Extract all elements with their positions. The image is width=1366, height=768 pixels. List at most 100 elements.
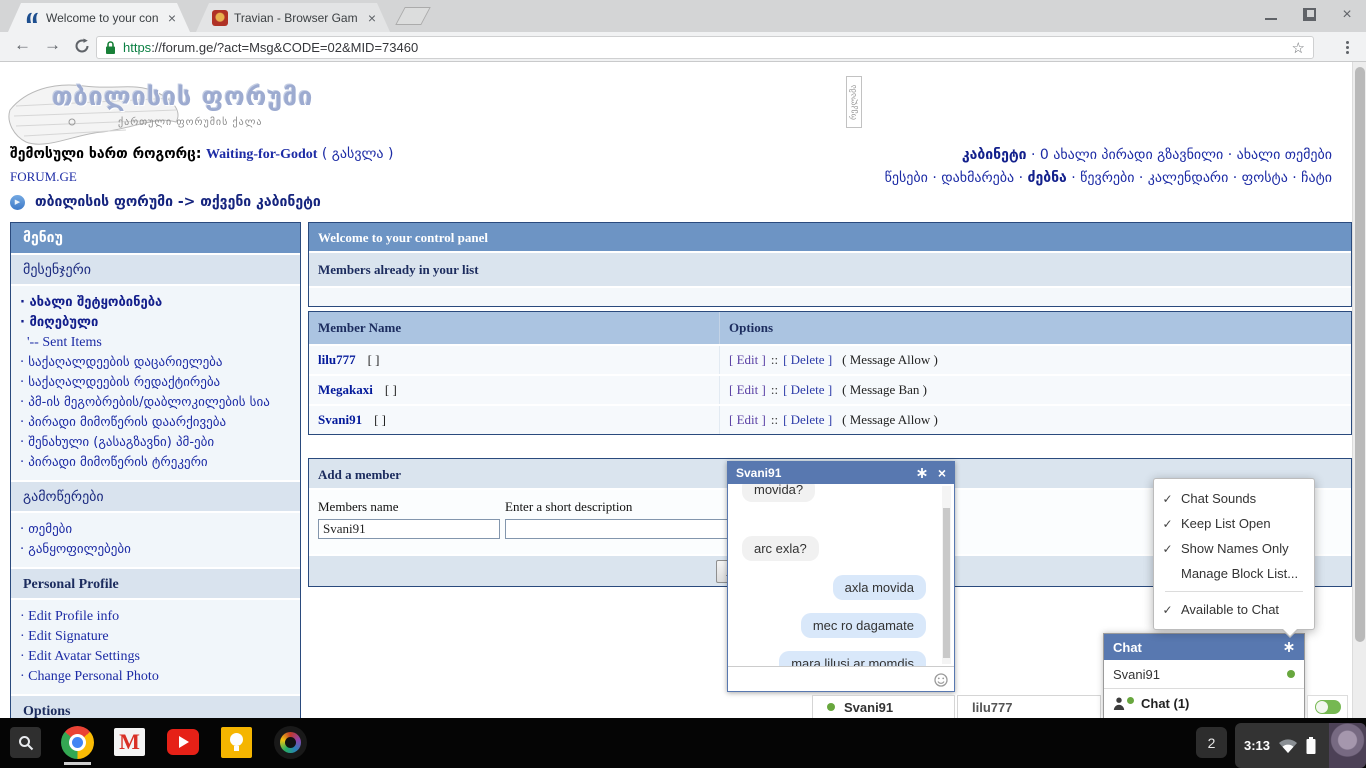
new-tab-button[interactable] (395, 7, 431, 25)
username-link[interactable]: Waiting-for-Godot (206, 147, 317, 162)
reload-icon[interactable] (74, 38, 90, 59)
tab-travian[interactable]: Travian - Browser Game × (196, 3, 390, 32)
chat-close-icon[interactable]: × (938, 465, 946, 481)
active-app-indicator (64, 762, 91, 765)
menu-item-available-to-chat[interactable]: ✓ Available to Chat (1154, 597, 1314, 622)
camera-icon[interactable] (274, 726, 307, 759)
member-name-link[interactable]: lilu777 (318, 352, 356, 368)
breadcrumb-text[interactable]: თბილისის ფორუმი -> თქვენი კაბინეტი (35, 194, 321, 210)
chat-scrollbar[interactable] (942, 486, 951, 664)
sidebar-item-sent-items[interactable]: '-- Sent Items (20, 333, 296, 353)
keep-icon[interactable] (221, 727, 252, 758)
chat-tab-lilu777[interactable]: lilu777 (957, 695, 1101, 718)
window-controls: × (1264, 7, 1354, 23)
logout-link[interactable]: ( გასვლა ) (322, 146, 394, 162)
chat-conversation-window: Svani91 × movida? arc exla? axla movida … (727, 461, 955, 692)
edit-link[interactable]: [ Edit ] (729, 412, 766, 428)
chat-message-input[interactable] (728, 666, 954, 691)
table-row: Megakaxi[ ] [ Edit ] :: [ Delete ] ( Mes… (309, 374, 1351, 404)
empty-row (309, 286, 1351, 306)
battery-icon (1306, 737, 1316, 754)
sidebar-item-edit-avatar[interactable]: · Edit Avatar Settings (20, 647, 296, 667)
sidebar-item-change-photo[interactable]: · Change Personal Photo (20, 667, 296, 687)
chat-window-titlebar[interactable]: Svani91 × (728, 462, 954, 484)
user-avatar[interactable] (1329, 723, 1366, 768)
forum-logo: თბილისის ფორუმი (52, 82, 314, 111)
chat-panel-footer[interactable]: Chat (1) (1104, 689, 1304, 717)
edit-link[interactable]: [ Edit ] (729, 382, 766, 398)
browser-menu-icon[interactable] (1338, 38, 1356, 56)
chat-scrollbar-thumb[interactable] (943, 508, 950, 658)
gmail-icon[interactable]: M (114, 728, 145, 756)
chat-roster-panel: Chat Svani91 Chat (1) (1103, 633, 1305, 718)
chrome-icon[interactable] (61, 726, 94, 759)
smiley-icon[interactable] (934, 672, 948, 691)
url-bar[interactable]: https ://forum.ge/?act=Msg&CODE=02&MID=7… (96, 36, 1314, 59)
chat-tab-svani91[interactable]: Svani91 (812, 695, 955, 718)
table-header: Member Name Options (309, 312, 1351, 344)
chat-options-gear-icon[interactable] (1283, 641, 1295, 653)
search-link[interactable]: ძებნა (1027, 170, 1066, 186)
tab-close-icon[interactable]: × (164, 10, 180, 26)
sidebar-section-options: Options (11, 694, 300, 718)
collapse-arrow-icon[interactable]: ▶ (10, 194, 25, 210)
bookmark-star-icon[interactable]: ☆ (1292, 39, 1305, 57)
back-icon[interactable]: ← (14, 35, 31, 55)
sidebar-item-new-message[interactable]: · ახალი შეტყობინება (20, 293, 296, 313)
menu-item-show-names-only[interactable]: ✓ Show Names Only (1154, 536, 1314, 561)
forward-icon[interactable]: → (44, 35, 61, 55)
members-name-input[interactable] (318, 519, 500, 539)
sidebar-item-edit-profile[interactable]: · Edit Profile info (20, 607, 296, 627)
browser-toolbar: ← → https ://forum.ge/?act=Msg&CODE=02&M… (0, 32, 1366, 62)
sidebar-item-pm-friends-blocked[interactable]: · პმ-ის მეგობრების/დაბლოკილების სია (20, 393, 296, 413)
nav2-links-a[interactable]: წესები · დახმარება · (885, 170, 1028, 186)
nav2-links-b[interactable]: · წევრები · კალენდარი · ფოსტა · ჩატი (1067, 170, 1332, 186)
restore-icon[interactable] (1302, 8, 1316, 22)
status-tray[interactable]: 3:13 (1235, 723, 1366, 768)
tab-close-icon[interactable]: × (364, 10, 380, 26)
forum-favicon-icon (24, 10, 40, 26)
launcher-search-icon[interactable] (10, 727, 41, 758)
person-icon (1113, 697, 1125, 710)
sidebar-item-edit-signature[interactable]: · Edit Signature (20, 627, 296, 647)
sidebar-item-empty-folders[interactable]: · საქაღალდეების დაცარიელება (20, 353, 296, 373)
edit-link[interactable]: [ Edit ] (729, 352, 766, 368)
notification-badge[interactable]: 2 (1196, 727, 1227, 758)
delete-link[interactable]: [ Delete ] (783, 352, 832, 368)
forumge-link[interactable]: FORUM.GE (10, 169, 77, 185)
member-name-link[interactable]: Svani91 (318, 412, 362, 428)
cabinet-link[interactable]: კაბინეტი (962, 147, 1027, 163)
control-panel-header: Welcome to your control panel Members al… (308, 222, 1352, 307)
delete-link[interactable]: [ Delete ] (783, 412, 832, 428)
menu-item-keep-list-open[interactable]: ✓ Keep List Open (1154, 511, 1314, 536)
member-name-link[interactable]: Megakaxi (318, 382, 373, 398)
menu-item-manage-block-list[interactable]: Manage Block List... (1154, 561, 1314, 586)
messenger-items: · ახალი შეტყობინება · მიღებული '-- Sent … (11, 284, 300, 480)
check-icon: ✓ (1162, 541, 1173, 556)
sidebar-item-topics[interactable]: · თემები (20, 520, 296, 540)
nav1-links[interactable]: · 0 ახალი პირადი გზავნილი · ახალი თემები (1027, 147, 1332, 163)
menu-item-chat-sounds[interactable]: ✓ Chat Sounds (1154, 486, 1314, 511)
sidebar-section-subscriptions: გამოწერები (11, 480, 300, 511)
minimize-icon[interactable] (1264, 8, 1278, 22)
delete-link[interactable]: [ Delete ] (783, 382, 832, 398)
page-scrollbar[interactable] (1352, 62, 1366, 718)
youtube-icon[interactable] (167, 729, 199, 755)
sidebar-item-pm-tracker[interactable]: · პირადი მიმოწერის ტრეკერი (20, 453, 296, 473)
sidebar-item-forums[interactable]: · განყოფილებები (20, 540, 296, 560)
chat-toggle-switch[interactable] (1314, 700, 1341, 714)
chat-panel-header[interactable]: Chat (1104, 634, 1304, 660)
close-window-icon[interactable]: × (1340, 7, 1354, 23)
tab-forum[interactable]: Welcome to your control × (8, 3, 190, 32)
header-nav-line1: კაბინეტი · 0 ახალი პირადი გზავნილი · ახა… (962, 147, 1332, 163)
sidebar-item-saved-pm[interactable]: · შენახული (გასაგზავნი) პმ-ები (20, 433, 296, 453)
message-status: ( Message Allow ) (842, 352, 938, 367)
sidebar-item-edit-folders[interactable]: · საქაღალდეების რედაქტირება (20, 373, 296, 393)
sidebar-item-archive-pm[interactable]: · პირადი მიმოწერის დაარქივება (20, 413, 296, 433)
page-scrollbar-thumb[interactable] (1355, 67, 1365, 642)
check-icon: ✓ (1162, 516, 1173, 531)
chat-roster-member[interactable]: Svani91 (1104, 660, 1304, 689)
chat-settings-gear-icon[interactable] (916, 467, 928, 479)
sidebar-item-inbox[interactable]: · მიღებული (20, 313, 296, 333)
sidebar-section-personal-profile: Personal Profile (11, 567, 300, 598)
